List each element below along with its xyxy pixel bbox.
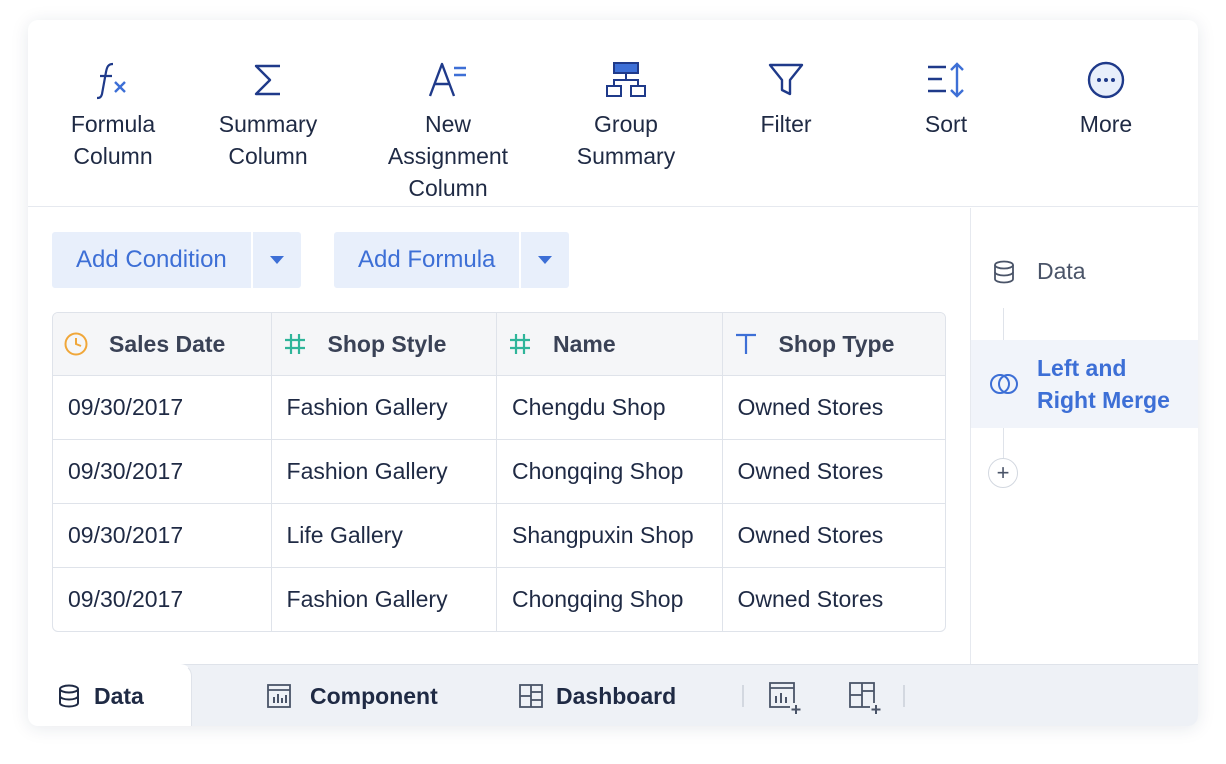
step-merge-label-2: Right Merge xyxy=(1037,387,1170,413)
hierarchy-icon xyxy=(606,62,646,97)
group-summary-label: Group xyxy=(594,111,658,137)
add-formula-dropdown[interactable] xyxy=(521,232,569,288)
bar-chart-icon xyxy=(267,684,291,708)
table-cell: Owned Stores xyxy=(721,504,945,567)
divider xyxy=(903,685,905,707)
main-content: Add Condition Add Formula Sales Date Sho… xyxy=(28,208,970,664)
tab-dashboard[interactable]: Dashboard xyxy=(518,665,676,726)
table-cell: 09/30/2017 xyxy=(68,522,184,548)
table-row[interactable]: 09/30/2017 Fashion Gallery Chongqing Sho… xyxy=(53,567,945,631)
tab-component[interactable]: Component xyxy=(266,665,438,726)
data-table: Sales Date Shop Style Name Shop Type 09/… xyxy=(52,312,946,632)
add-formula-button[interactable]: Add Formula xyxy=(334,232,522,288)
formula-column-label: Formula xyxy=(70,111,156,137)
add-condition-dropdown[interactable] xyxy=(253,232,301,288)
dashboard-grid-icon xyxy=(519,684,543,708)
divider xyxy=(742,685,744,707)
sort-icon xyxy=(928,62,964,98)
ellipsis-circle-icon xyxy=(1087,61,1125,99)
toolbar: Formula Column Summary Column New Assign… xyxy=(28,20,1198,207)
new-assignment-column-label: New Assignment xyxy=(387,111,509,169)
sigma-icon xyxy=(254,64,280,96)
bottom-tab-bar: Data Component Dashboard xyxy=(28,664,1198,726)
hash-icon xyxy=(284,334,305,354)
table-cell: 09/30/2017 xyxy=(68,586,184,612)
column-header-shop-style[interactable]: Shop Style xyxy=(270,313,497,375)
tab-data-label: Data xyxy=(94,682,144,709)
filter-button[interactable]: Filter xyxy=(701,58,871,140)
table-cell: Life Gallery xyxy=(270,504,497,567)
table-cell: Shangpuxin Shop xyxy=(496,504,722,567)
hash-icon xyxy=(510,334,531,354)
step-connector xyxy=(1003,308,1004,340)
funnel-icon xyxy=(768,63,804,96)
filter-label: Filter xyxy=(760,111,812,137)
column-header-shop-type[interactable]: Shop Type xyxy=(721,313,945,375)
step-connector xyxy=(1003,428,1004,458)
table-cell: Owned Stores xyxy=(721,568,945,631)
add-condition-button[interactable]: Add Condition xyxy=(52,232,253,288)
table-cell: Chongqing Shop xyxy=(496,440,722,503)
merge-circles-icon xyxy=(990,374,1018,394)
table-cell: 09/30/2017 xyxy=(68,458,184,484)
table-row[interactable]: 09/30/2017 Fashion Gallery Chengdu Shop … xyxy=(53,375,945,439)
new-assignment-column-label-2: Column xyxy=(408,175,488,201)
app-window: Formula Column Summary Column New Assign… xyxy=(28,20,1198,726)
table-cell: Owned Stores xyxy=(721,376,945,439)
group-summary-button[interactable]: Group Summary xyxy=(541,58,711,172)
text-type-icon xyxy=(735,333,756,354)
tab-data[interactable]: Data xyxy=(28,664,192,726)
step-left-right-merge[interactable]: Left and Right Merge xyxy=(971,340,1198,428)
sort-button[interactable]: Sort xyxy=(861,58,1031,140)
step-data[interactable]: Data xyxy=(991,258,1086,285)
summary-column-button[interactable]: Summary Column xyxy=(183,58,353,172)
table-row[interactable]: 09/30/2017 Life Gallery Shangpuxin Shop … xyxy=(53,503,945,567)
add-component-button[interactable] xyxy=(768,681,802,715)
add-dashboard-icon xyxy=(849,682,882,715)
steps-panel: Data Left and Right Merge + xyxy=(970,208,1198,664)
table-cell: 09/30/2017 xyxy=(68,394,184,420)
summary-column-label: Summary xyxy=(218,111,318,137)
add-formula-split-button[interactable]: Add Formula xyxy=(334,232,570,288)
table-cell: Owned Stores xyxy=(721,440,945,503)
add-step-button[interactable]: + xyxy=(988,458,1018,488)
step-merge-label: Left and xyxy=(1037,355,1127,381)
table-cell: Chongqing Shop xyxy=(496,568,722,631)
table-row[interactable]: 09/30/2017 Fashion Gallery Chongqing Sho… xyxy=(53,439,945,503)
table-cell: Fashion Gallery xyxy=(270,376,497,439)
more-label: More xyxy=(1079,111,1133,137)
database-icon xyxy=(994,260,1014,283)
table-cell: Fashion Gallery xyxy=(270,568,497,631)
formula-column-button[interactable]: Formula Column xyxy=(28,58,198,172)
caret-down-icon xyxy=(538,256,553,264)
database-icon xyxy=(59,684,79,708)
table-cell: Fashion Gallery xyxy=(270,440,497,503)
step-data-label: Data xyxy=(1037,258,1086,284)
summary-column-label-2: Column xyxy=(228,143,308,169)
table-header: Sales Date Shop Style Name Shop Type xyxy=(53,313,945,375)
tab-component-label: Component xyxy=(310,682,438,709)
column-header-name[interactable]: Name xyxy=(496,313,722,375)
add-chart-icon xyxy=(769,682,802,715)
add-condition-split-button[interactable]: Add Condition xyxy=(52,232,301,288)
text-assign-icon xyxy=(428,62,466,97)
tab-dashboard-label: Dashboard xyxy=(556,682,677,709)
column-header-sales-date[interactable]: Sales Date xyxy=(53,313,271,375)
clock-icon xyxy=(64,332,88,356)
group-summary-label-2: Summary xyxy=(576,143,676,169)
table-cell: Chengdu Shop xyxy=(496,376,722,439)
caret-down-icon xyxy=(269,256,284,264)
sort-label: Sort xyxy=(924,111,968,137)
add-dashboard-button[interactable] xyxy=(848,681,882,715)
formula-column-label-2: Column xyxy=(73,143,153,169)
more-button[interactable]: More xyxy=(1021,58,1191,140)
fx-icon xyxy=(96,62,126,100)
new-assignment-column-button[interactable]: New Assignment Column xyxy=(363,58,533,204)
